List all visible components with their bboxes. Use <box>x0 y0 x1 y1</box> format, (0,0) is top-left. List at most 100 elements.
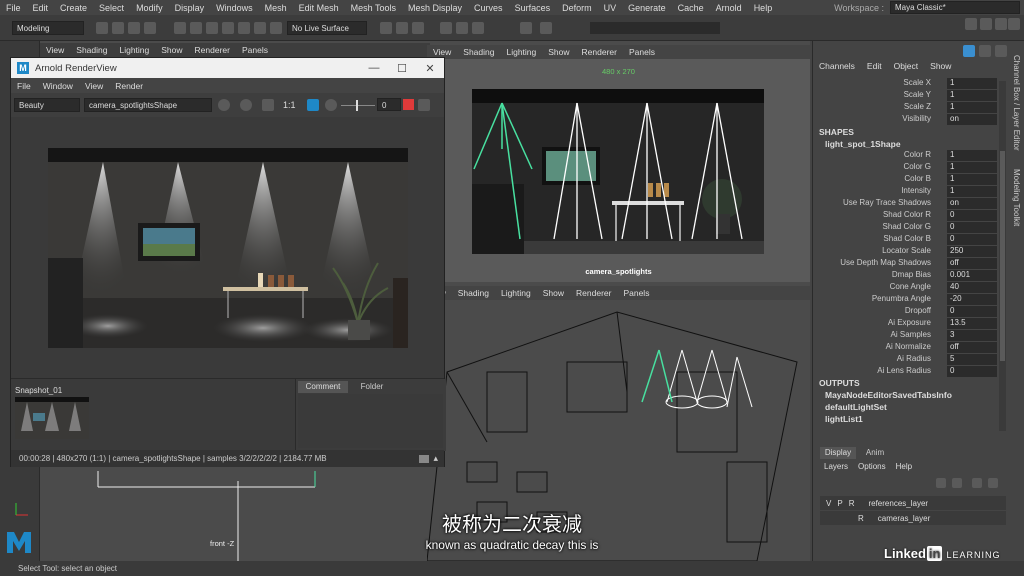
arnold-icon[interactable] <box>456 22 468 34</box>
layer-visibility-toggle[interactable]: V <box>826 499 831 508</box>
attr-value-field[interactable]: -20 <box>947 294 997 305</box>
menu-modify[interactable]: Modify <box>130 3 169 13</box>
render-image[interactable] <box>48 148 408 348</box>
attr-value-field[interactable]: 1 <box>947 174 997 185</box>
close-icon[interactable]: ✕ <box>416 62 444 75</box>
attr-value-field[interactable]: 1 <box>947 186 997 197</box>
minimize-icon[interactable]: — <box>360 62 388 75</box>
vp-menu-view[interactable]: View <box>40 45 70 55</box>
aov-select[interactable]: Beauty <box>14 98 80 112</box>
vp-menu-renderer[interactable]: Renderer <box>189 45 236 55</box>
mode-select[interactable]: Modeling <box>12 21 84 35</box>
attr-row[interactable]: Color B 1 <box>813 174 1003 186</box>
menu-arnold[interactable]: Arnold <box>710 3 748 13</box>
attr-value-field[interactable]: 0 <box>947 306 997 317</box>
tvp-menu-panels[interactable]: Panels <box>623 47 661 57</box>
menu-file[interactable]: File <box>0 3 27 13</box>
attr-row-visibility[interactable]: Visibility on <box>813 114 1003 126</box>
attr-value-field[interactable]: 1 <box>947 150 997 161</box>
command-field[interactable] <box>590 22 720 34</box>
attr-value-field[interactable]: 13.5 <box>947 318 997 329</box>
show-attribute-editor-icon[interactable] <box>965 18 977 30</box>
menu-mesh[interactable]: Mesh <box>259 3 293 13</box>
bvp-menu-shading[interactable]: Shading <box>452 288 495 298</box>
comment-textarea[interactable] <box>298 394 443 448</box>
rv-menu-render[interactable]: Render <box>109 81 149 91</box>
layer-name[interactable]: references_layer <box>868 499 928 508</box>
undo-icon[interactable] <box>128 22 140 34</box>
bvp-menu-panels[interactable]: Panels <box>617 288 655 298</box>
channel-toggle-icon[interactable] <box>963 45 975 57</box>
attr-row[interactable]: Dropoff 0 <box>813 306 1003 318</box>
attr-value-field[interactable]: 0.001 <box>947 270 997 281</box>
attr-row-scale-y[interactable]: Scale Y1 <box>813 90 1003 102</box>
paint-select-icon[interactable] <box>206 22 218 34</box>
attr-value-field[interactable]: 0 <box>947 210 997 221</box>
scrollbar-thumb[interactable] <box>1000 151 1005 361</box>
channel-box-scrollbar[interactable] <box>999 81 1006 431</box>
attr-value-field[interactable]: 1 <box>947 162 997 173</box>
shape-node-name[interactable]: light_spot_1Shape <box>825 139 901 149</box>
output-node[interactable]: lightList1 <box>825 414 863 424</box>
snap-point-icon[interactable] <box>254 22 266 34</box>
attr-row[interactable]: Ai Normalize off <box>813 342 1003 354</box>
show-tool-settings-icon[interactable] <box>980 18 992 30</box>
settings-icon[interactable] <box>995 45 1007 57</box>
rv-menu-window[interactable]: Window <box>37 81 79 91</box>
rgb-channel-icon[interactable] <box>240 99 252 111</box>
attr-value-field[interactable]: 5 <box>947 354 997 365</box>
show-channel-box-icon[interactable] <box>995 18 1007 30</box>
modelling-toolkit-icon[interactable] <box>440 22 452 34</box>
new-layer-icon[interactable] <box>972 478 982 488</box>
menu-select[interactable]: Select <box>93 3 130 13</box>
move-layer-up-icon[interactable] <box>936 478 946 488</box>
attr-row[interactable]: Cone Angle 40 <box>813 282 1003 294</box>
save-icon[interactable] <box>112 22 124 34</box>
cb-menu-object[interactable]: Object <box>894 61 919 71</box>
menu-generate[interactable]: Generate <box>622 3 672 13</box>
output-node[interactable]: MayaNodeEditorSavedTabsInfo <box>825 390 952 400</box>
select-mode-icon[interactable] <box>174 22 186 34</box>
layer-reference-toggle[interactable]: R <box>849 499 855 508</box>
attr-row-scale-x[interactable]: Scale X1 <box>813 78 1003 90</box>
cb-menu-edit[interactable]: Edit <box>867 61 882 71</box>
attr-value-field[interactable]: 0 <box>947 222 997 233</box>
menu-mesh-display[interactable]: Mesh Display <box>402 3 468 13</box>
collapse-icon[interactable]: ▴ <box>433 453 438 464</box>
live-surface-field[interactable]: No Live Surface <box>287 21 367 35</box>
menu-windows[interactable]: Windows <box>210 3 259 13</box>
tvp-menu-lighting[interactable]: Lighting <box>500 47 542 57</box>
render-settings-icon[interactable] <box>412 22 424 34</box>
folder-icon[interactable] <box>96 22 108 34</box>
maximize-icon[interactable]: ☐ <box>388 62 416 75</box>
render-frame-icon[interactable] <box>380 22 392 34</box>
menu-edit[interactable]: Edit <box>27 3 55 13</box>
menu-uv[interactable]: UV <box>598 3 623 13</box>
tab-display[interactable]: Display <box>820 447 856 459</box>
bvp-menu-show[interactable]: Show <box>537 288 570 298</box>
camera-viewport[interactable]: View Shading Lighting Show Renderer Pane… <box>427 45 810 282</box>
attr-row[interactable]: Shad Color R 0 <box>813 210 1003 222</box>
rv-menu-view[interactable]: View <box>79 81 109 91</box>
new-layer-selected-icon[interactable] <box>988 478 998 488</box>
vp-menu-show[interactable]: Show <box>155 45 188 55</box>
layer-playback-toggle[interactable]: P <box>837 499 842 508</box>
display-mode-icon[interactable] <box>262 99 274 111</box>
attr-value-field[interactable]: 40 <box>947 282 997 293</box>
exposure-icon[interactable] <box>325 99 337 111</box>
vp-menu-panels[interactable]: Panels <box>236 45 274 55</box>
refresh-render-icon[interactable] <box>418 99 430 111</box>
exposure-slider-handle[interactable] <box>356 100 358 111</box>
pause-icon[interactable] <box>520 22 532 34</box>
menu-display[interactable]: Display <box>169 3 211 13</box>
attr-row-scale-z[interactable]: Scale Z1 <box>813 102 1003 114</box>
show-modeling-toolkit-icon[interactable] <box>1008 18 1020 30</box>
tvp-menu-renderer[interactable]: Renderer <box>576 47 623 57</box>
tvp-menu-show[interactable]: Show <box>542 47 575 57</box>
attr-value-field[interactable]: 250 <box>947 246 997 257</box>
camera-view[interactable] <box>472 89 764 254</box>
camera-select[interactable]: camera_spotlightsShape <box>84 98 212 112</box>
menu-edit-mesh[interactable]: Edit Mesh <box>293 3 345 13</box>
exposure-slider[interactable] <box>341 105 375 106</box>
toggle-panel-icon[interactable] <box>472 22 484 34</box>
